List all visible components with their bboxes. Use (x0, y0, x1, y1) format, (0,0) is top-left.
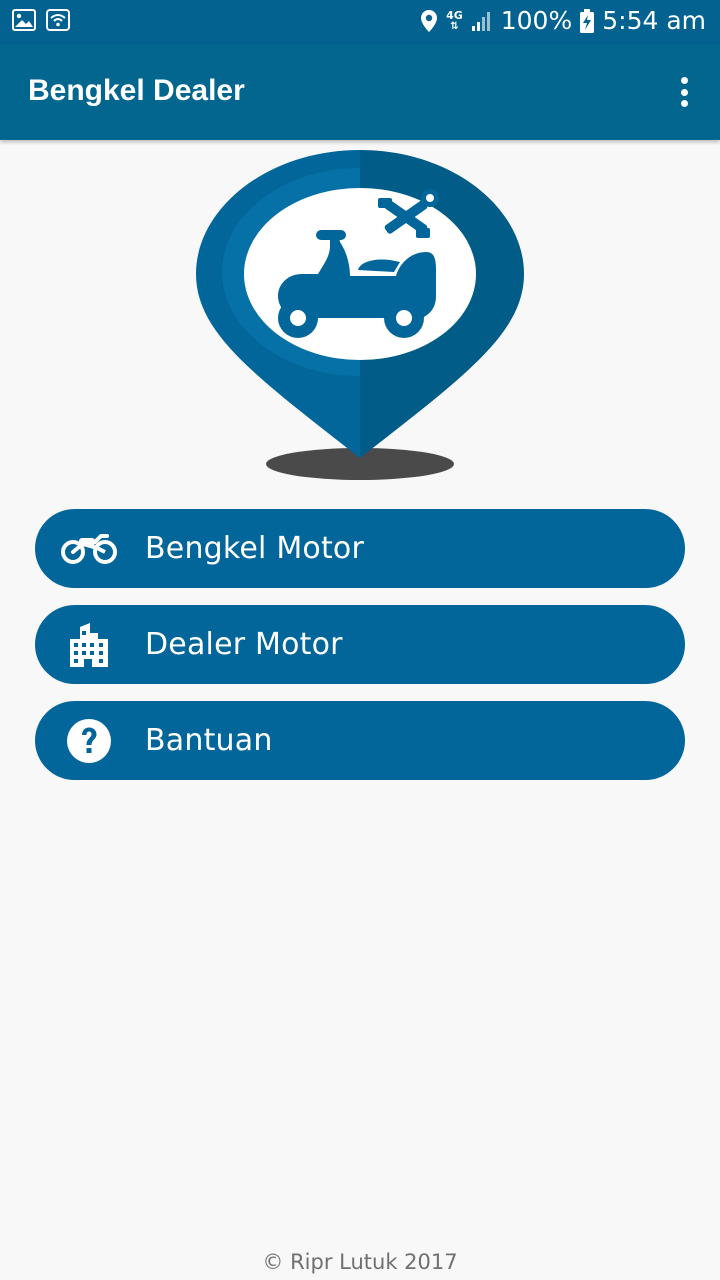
overflow-dot (680, 100, 688, 107)
clock: 5:54 am (602, 6, 706, 35)
building-icon (61, 619, 117, 671)
app-bar: Bengkel Dealer (0, 44, 720, 140)
battery-percentage: 100% (500, 6, 573, 35)
bantuan-label: Bantuan (145, 723, 273, 758)
copyright-footer: © Ripr Lutuk 2017 (262, 1250, 458, 1274)
app-title: Bengkel Dealer (28, 74, 245, 107)
motorcycle-icon (61, 523, 117, 575)
network-type-label: 4G (446, 8, 463, 22)
overflow-menu-button[interactable] (674, 74, 694, 110)
help-icon (61, 715, 117, 767)
bengkel-motor-button[interactable]: Bengkel Motor (35, 509, 685, 588)
overflow-dot (680, 88, 688, 96)
dealer-motor-button[interactable]: Dealer Motor (35, 605, 685, 684)
status-right-icons: 4G ⇅ 100% 5:54 am (420, 6, 706, 35)
status-left-icons (12, 9, 70, 31)
bantuan-button[interactable]: Bantuan (35, 701, 685, 780)
overflow-dot (680, 77, 688, 84)
battery-charging-icon (580, 8, 595, 33)
network-type-icon: 4G ⇅ (446, 8, 463, 32)
dealer-motor-label: Dealer Motor (145, 627, 343, 662)
status-bar: 4G ⇅ 100% 5:54 am (0, 0, 720, 44)
gallery-notification-icon (12, 9, 36, 31)
location-icon (420, 9, 438, 33)
signal-icon (471, 10, 493, 32)
wifi-notification-icon (46, 9, 70, 31)
bengkel-motor-label: Bengkel Motor (145, 531, 365, 566)
app-logo (190, 146, 530, 486)
